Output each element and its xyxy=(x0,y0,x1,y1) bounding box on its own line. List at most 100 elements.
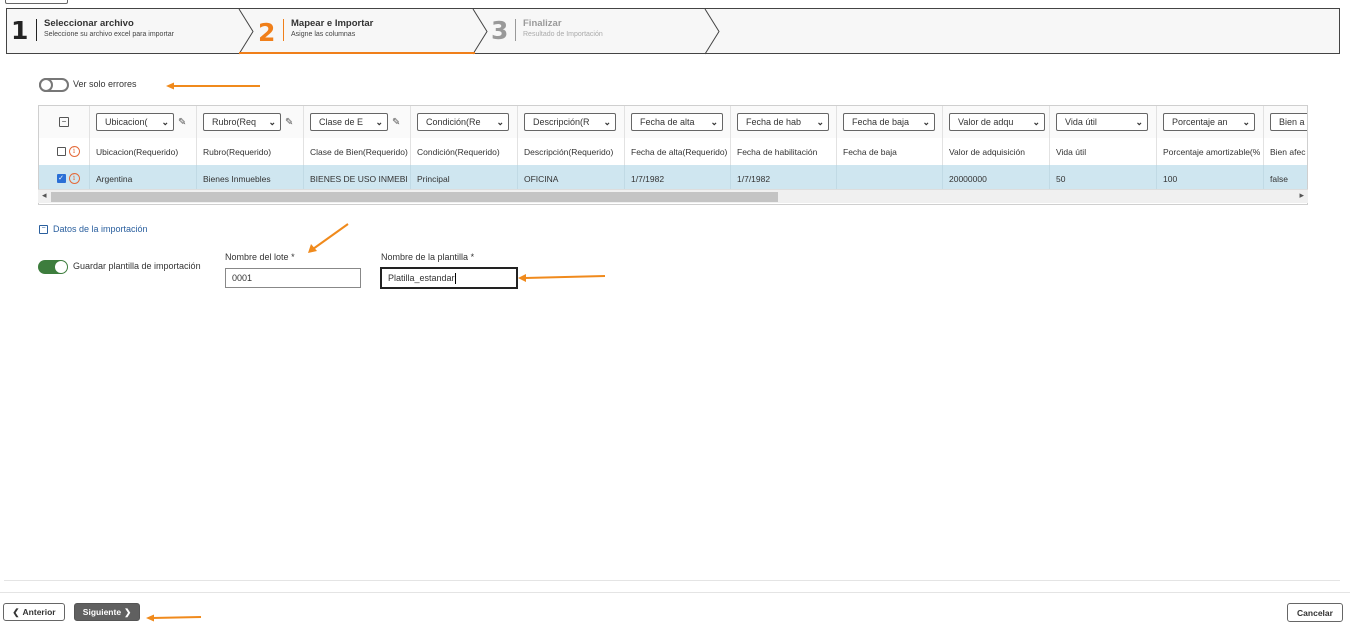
map-select-10-value: Porcentaje an xyxy=(1172,117,1228,127)
map-select-0[interactable]: Ubicacion(⌄ xyxy=(96,113,174,131)
map-select-4[interactable]: Descripción(R ⌄ xyxy=(524,113,616,131)
toggle-knob xyxy=(55,261,67,273)
text-cursor xyxy=(454,272,456,284)
save-template-toggle[interactable] xyxy=(38,260,68,274)
info-icon: i xyxy=(68,146,80,157)
chevron-down-icon: ⌄ xyxy=(922,116,930,127)
lote-label-wrap: Nombre del lote * xyxy=(225,252,295,262)
grid-header-row: i Ubicacion(Requerido) Rubro(Requerido) … xyxy=(39,138,1307,166)
scroll-right-icon[interactable]: ▸ xyxy=(1299,190,1304,201)
header-cell: Clase de Bien(Requerido) xyxy=(304,138,411,165)
table-cell: false xyxy=(1264,165,1307,192)
map-select-2[interactable]: Clase de E ⌄ xyxy=(310,113,388,131)
map-select-7[interactable]: Fecha de baja ⌄ xyxy=(843,113,935,131)
table-cell: BIENES DE USO INMEBI xyxy=(304,165,411,192)
select-all-cell[interactable]: − xyxy=(39,106,90,138)
header-checkbox[interactable] xyxy=(56,147,66,156)
map-col-3: Condición(Re ⌄ xyxy=(411,106,518,138)
collapse-all-icon[interactable]: − xyxy=(59,117,69,127)
map-col-9: Vida útil ⌄ xyxy=(1050,106,1157,138)
lote-input[interactable]: 0001 xyxy=(225,268,361,288)
lote-label: Nombre del lote xyxy=(225,252,289,262)
map-select-9[interactable]: Vida útil ⌄ xyxy=(1056,113,1148,131)
header-cell: Rubro(Requerido) xyxy=(197,138,304,165)
table-cell: 1/7/1982 xyxy=(731,165,837,192)
chevron-down-icon: ⌄ xyxy=(816,116,824,127)
horizontal-scrollbar[interactable]: ◂ ▸ xyxy=(38,189,1308,203)
import-section-header[interactable]: − Datos de la importación xyxy=(39,224,148,234)
map-col-6: Fecha de hab ⌄ xyxy=(731,106,837,138)
annotation-arrow-lote xyxy=(308,223,349,253)
cancel-button[interactable]: Cancelar xyxy=(1287,603,1343,622)
errors-only-label: Ver solo errores xyxy=(73,79,137,89)
step-1-number: 1 xyxy=(11,16,29,45)
header-cell: Fecha de habilitación xyxy=(731,138,837,165)
chevron-down-icon: ⌄ xyxy=(268,116,276,127)
header-check-cell: i xyxy=(39,138,90,165)
header-cell: Descripción(Requerido) xyxy=(518,138,625,165)
step-1-subtitle: Seleccione su archivo excel para importa… xyxy=(44,31,174,38)
info-icon[interactable]: i xyxy=(68,173,80,184)
errors-only-toggle[interactable] xyxy=(39,78,69,92)
table-cell: Bienes Inmuebles xyxy=(197,165,304,192)
chevron-down-icon: ⌄ xyxy=(1242,116,1250,127)
required-mark: * xyxy=(291,252,295,262)
map-select-0-value: Ubicacion( xyxy=(105,117,148,127)
map-select-6-value: Fecha de hab xyxy=(746,117,802,127)
table-cell: 50 xyxy=(1050,165,1157,192)
step-1-title: Seleccionar archivo xyxy=(44,18,134,29)
edit-icon[interactable]: ✎ xyxy=(392,117,400,128)
step-2-separator xyxy=(283,19,284,41)
map-col-1: Rubro(Req ⌄ ✎ xyxy=(197,106,304,138)
map-select-5[interactable]: Fecha de alta ⌄ xyxy=(631,113,723,131)
next-button-label: Siguiente xyxy=(82,607,122,617)
map-select-3[interactable]: Condición(Re ⌄ xyxy=(417,113,509,131)
map-select-9-value: Vida útil xyxy=(1065,117,1097,127)
toggle-knob xyxy=(39,78,53,92)
header-cell: Porcentaje amortizable(% xyxy=(1157,138,1264,165)
edit-icon[interactable]: ✎ xyxy=(285,117,293,128)
header-cell: Vida útil xyxy=(1050,138,1157,165)
plantilla-input-value: Platilla_estandar xyxy=(388,273,455,283)
table-row[interactable]: ✓ i Argentina Bienes Inmuebles BIENES DE… xyxy=(39,165,1307,192)
header-cell: Fecha de baja xyxy=(837,138,943,165)
map-col-5: Fecha de alta ⌄ xyxy=(625,106,731,138)
previous-button[interactable]: ❮ Anterior xyxy=(3,603,65,621)
import-section-title: Datos de la importación xyxy=(53,224,148,234)
edit-icon[interactable]: ✎ xyxy=(178,117,186,128)
table-cell: Argentina xyxy=(90,165,197,192)
map-select-8-value: Valor de adqu xyxy=(958,117,1014,127)
map-select-6[interactable]: Fecha de hab ⌄ xyxy=(737,113,829,131)
footer-divider xyxy=(0,592,1350,593)
scroll-left-icon[interactable]: ◂ xyxy=(42,190,47,201)
chevron-down-icon: ⌄ xyxy=(710,116,718,127)
cancel-button-label: Cancelar xyxy=(1297,607,1333,618)
collapse-icon[interactable]: − xyxy=(39,224,48,234)
step-2-subtitle: Asigne las columnas xyxy=(291,31,356,38)
map-select-11[interactable]: Bien a⌄ xyxy=(1270,113,1307,131)
header-cell: Bien afec xyxy=(1264,138,1307,165)
header-cell: Valor de adquisición xyxy=(943,138,1050,165)
chevron-down-icon: ⌄ xyxy=(375,116,383,127)
scrollbar-thumb[interactable] xyxy=(51,192,778,202)
plantilla-label: Nombre de la plantilla xyxy=(381,252,469,262)
plantilla-input[interactable]: Platilla_estandar xyxy=(380,267,518,289)
chevron-right-icon: ❯ xyxy=(124,606,132,617)
grid-mapping-row: − Ubicacion(⌄ ✎ Rubro(Req ⌄ ✎ Clase de E ⌄… xyxy=(39,106,1307,139)
map-select-7-value: Fecha de baja xyxy=(852,117,910,127)
table-cell: 1/7/1982 xyxy=(625,165,731,192)
map-select-4-value: Descripción(R xyxy=(533,117,590,127)
row-check-cell: ✓ i xyxy=(39,165,90,192)
step-1-separator xyxy=(36,19,37,41)
chevron-down-icon: ⌄ xyxy=(1032,116,1040,127)
table-cell: 20000000 xyxy=(943,165,1050,192)
map-col-7: Fecha de baja ⌄ xyxy=(837,106,943,138)
map-select-10[interactable]: Porcentaje an ⌄ xyxy=(1163,113,1255,131)
required-mark: * xyxy=(470,252,475,262)
map-select-8[interactable]: Valor de adqu ⌄ xyxy=(949,113,1045,131)
next-button[interactable]: Siguiente ❯ xyxy=(74,603,140,621)
header-cell: Condición(Requerido) xyxy=(411,138,518,165)
step-3-subtitle: Resultado de Importación xyxy=(523,31,603,38)
map-select-1[interactable]: Rubro(Req ⌄ xyxy=(203,113,281,131)
row-checkbox[interactable]: ✓ xyxy=(56,174,66,183)
